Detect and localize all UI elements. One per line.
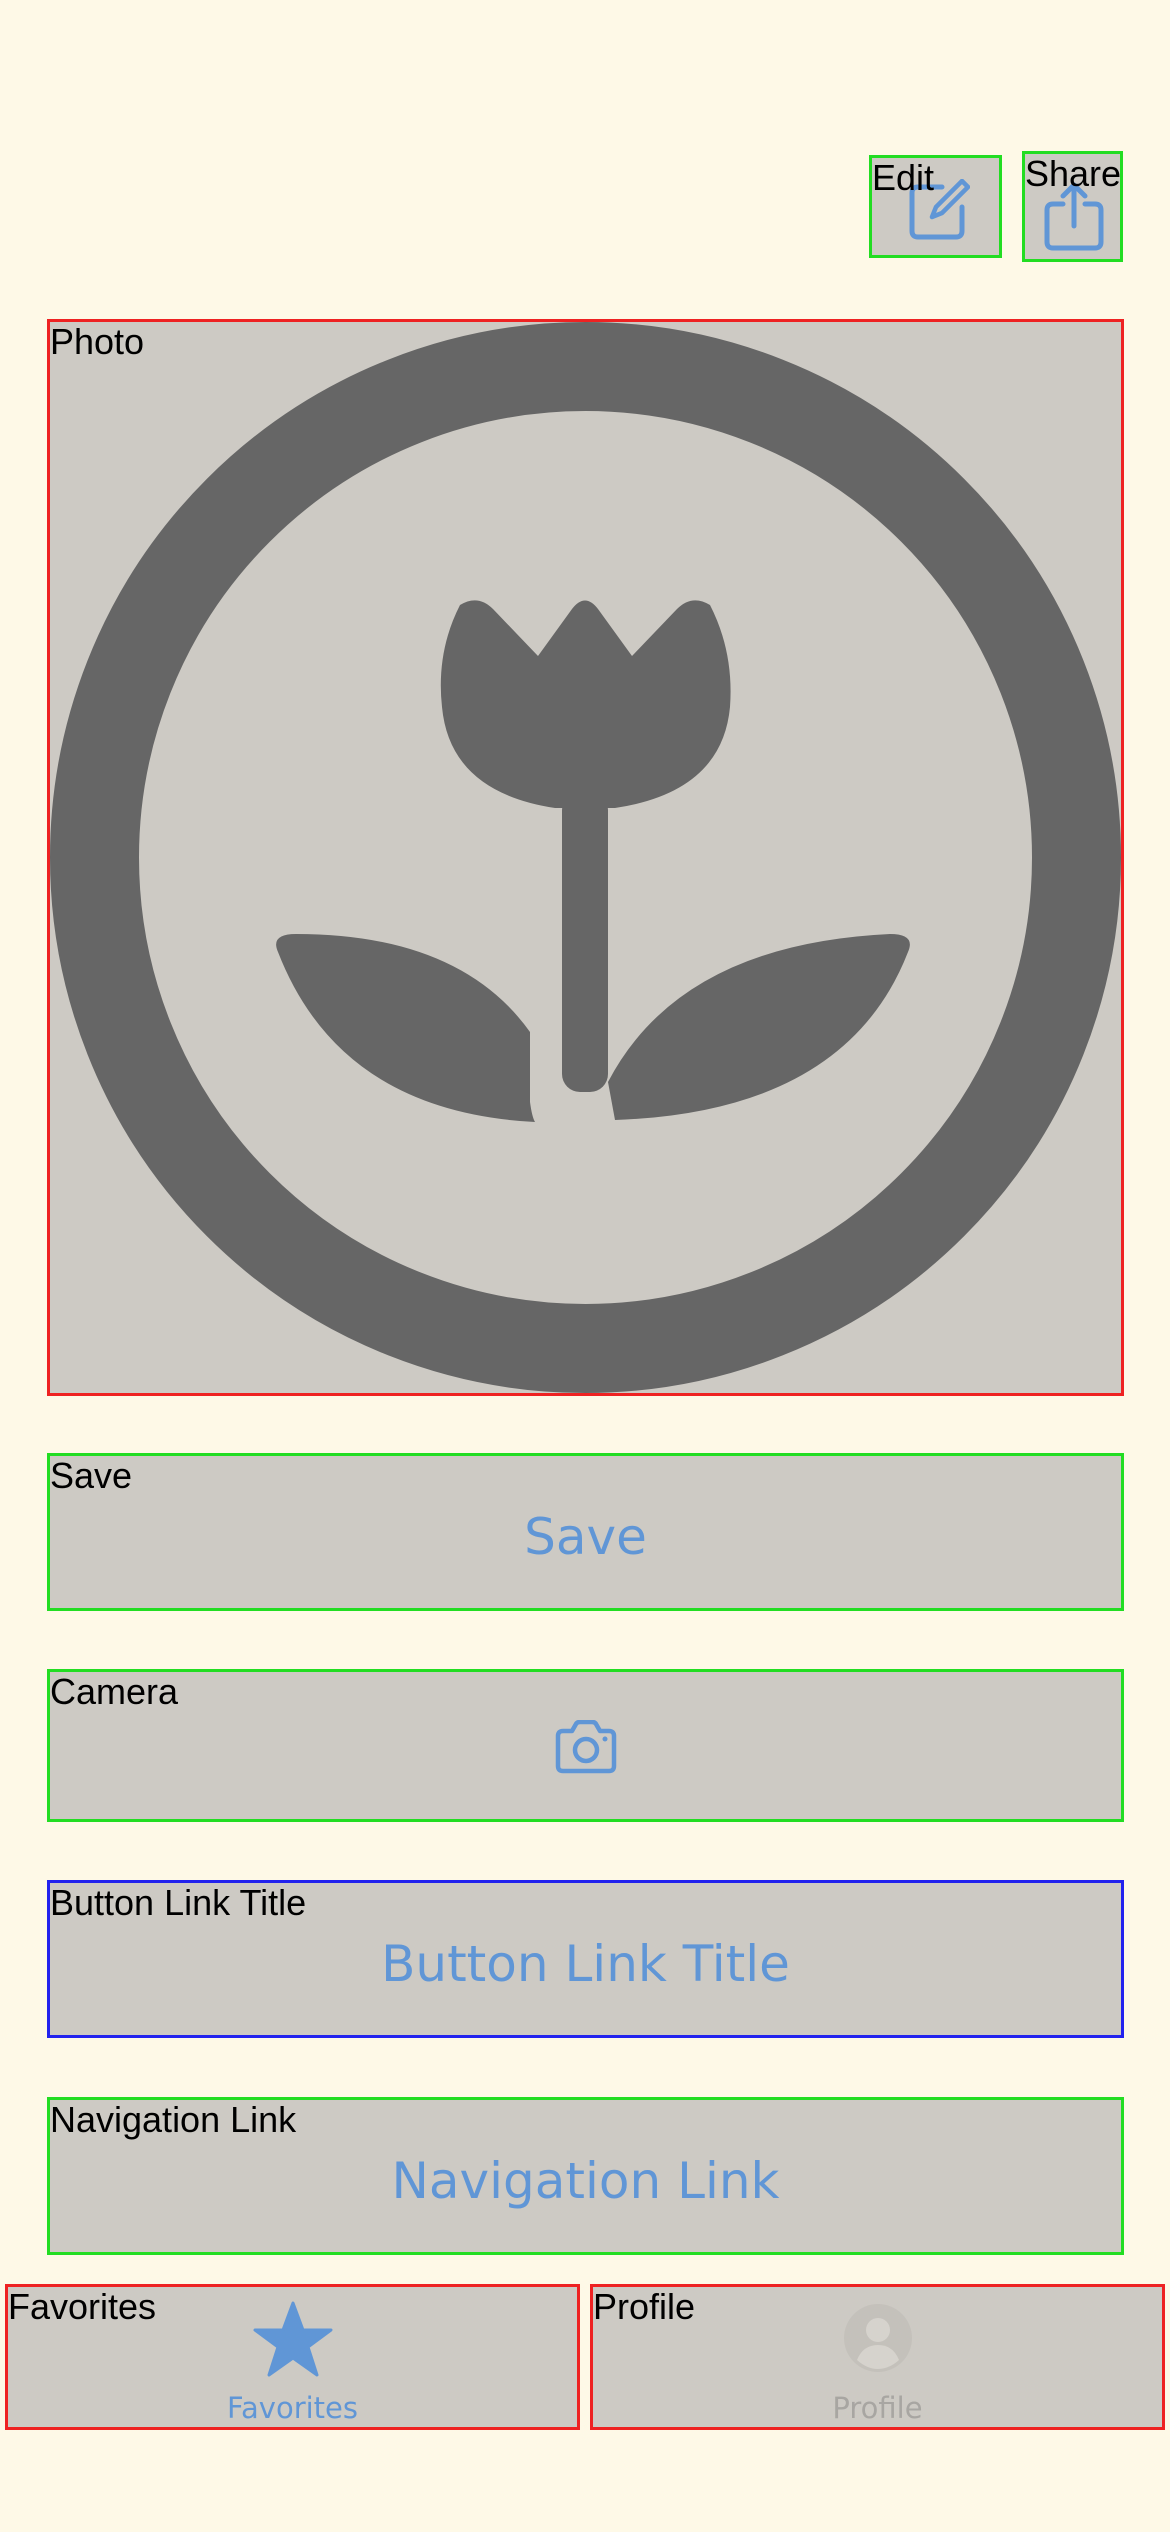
- button-link-accessibility-label: Button Link Title: [50, 1882, 307, 1923]
- button-link-title[interactable]: Button Link Title Button Link Title: [47, 1880, 1124, 2038]
- share-accessibility-label: Share: [1025, 153, 1122, 194]
- camera-macro-circle-icon: [50, 322, 1121, 1393]
- profile-accessibility-label: Profile: [593, 2286, 696, 2327]
- camera-accessibility-label: Camera: [50, 1671, 179, 1712]
- save-accessibility-label: Save: [50, 1455, 133, 1496]
- save-button[interactable]: Save Save: [47, 1453, 1124, 1611]
- share-button[interactable]: Share: [1022, 151, 1123, 262]
- navigation-link[interactable]: Navigation Link Navigation Link: [47, 2097, 1124, 2255]
- navigation-link-accessibility-label: Navigation Link: [50, 2099, 297, 2140]
- button-link-text: Button Link Title: [381, 1935, 790, 1993]
- person-circle-fill-icon: [843, 2304, 912, 2372]
- tab-profile[interactable]: Profile Profile: [590, 2284, 1165, 2430]
- favorites-accessibility-label: Favorites: [8, 2286, 157, 2327]
- tab-profile-label: Profile: [832, 2391, 923, 2425]
- edit-accessibility-label: Edit: [872, 157, 935, 198]
- tab-favorites[interactable]: Favorites Favorites: [5, 2284, 580, 2430]
- save-button-text: Save: [524, 1508, 647, 1566]
- edit-button[interactable]: Edit: [869, 155, 1002, 258]
- photo: Photo: [47, 319, 1124, 1396]
- camera-button[interactable]: Camera: [47, 1669, 1124, 1822]
- camera-icon: [555, 1720, 616, 1774]
- tab-favorites-label: Favorites: [227, 2391, 358, 2425]
- navigation-link-text: Navigation Link: [391, 2152, 780, 2210]
- star-fill-icon: [253, 2301, 332, 2377]
- photo-accessibility-label: Photo: [50, 321, 145, 362]
